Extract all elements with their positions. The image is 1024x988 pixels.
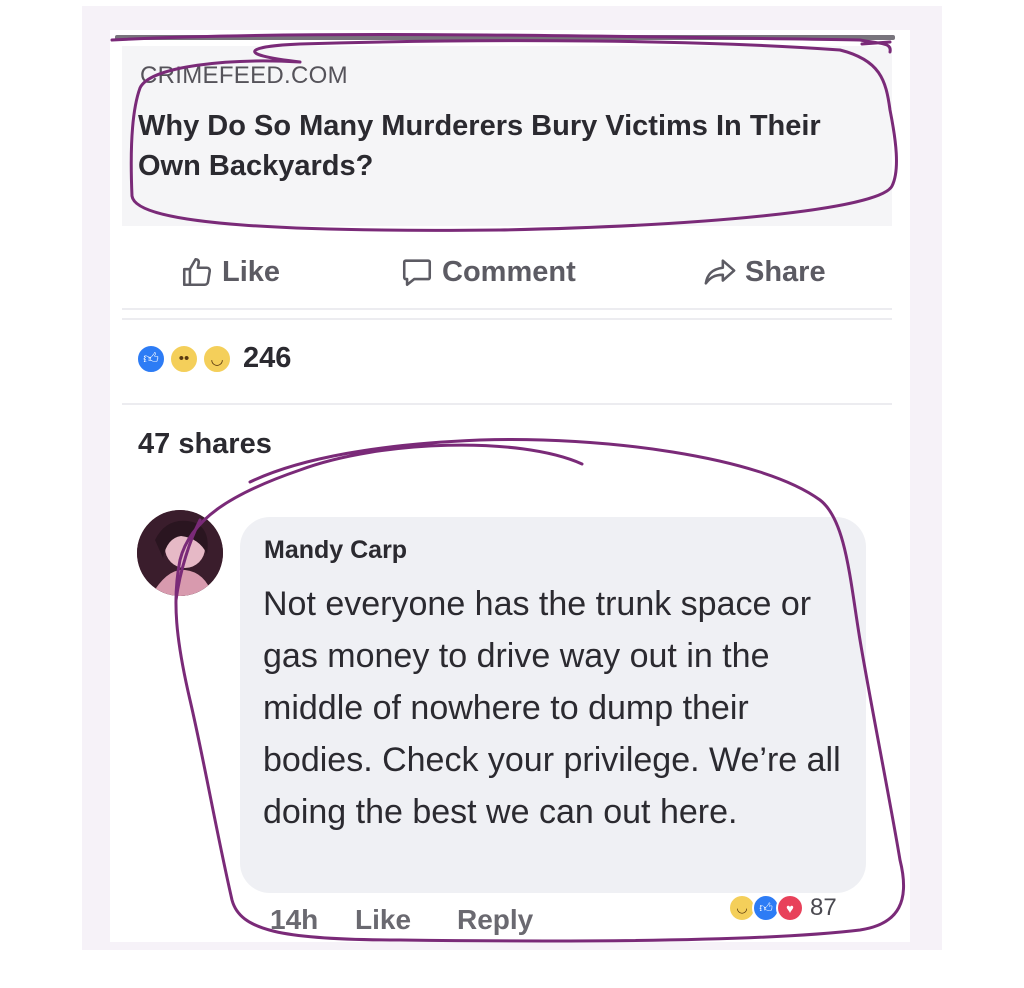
handdrawn-circle-annotations: [110, 33, 906, 943]
